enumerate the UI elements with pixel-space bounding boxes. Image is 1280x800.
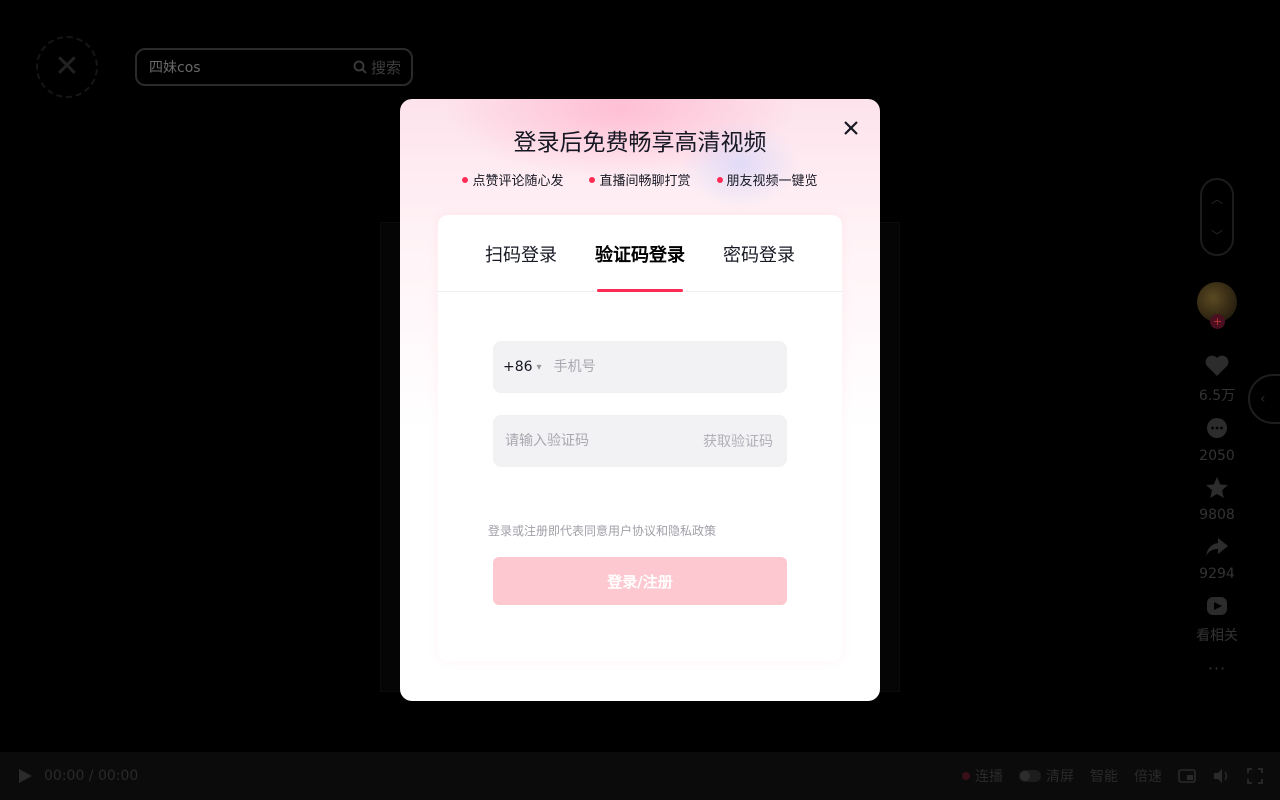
star-icon xyxy=(1203,474,1231,502)
clear-screen-label: 清屏 xyxy=(1046,769,1074,785)
login-submit-button[interactable]: 登录/注册 xyxy=(493,557,787,605)
tab-password-login[interactable]: 密码登录 xyxy=(723,215,795,292)
pip-icon[interactable] xyxy=(1178,767,1196,785)
toggle-icon xyxy=(1019,770,1041,782)
favorite-button[interactable]: 9808 xyxy=(1199,474,1235,523)
login-panel: 扫码登录 验证码登录 密码登录 +86 ▾ 获取验证码 登录或注册即代表同意 用… xyxy=(438,215,842,661)
perk-item: 点赞评论随心发 xyxy=(462,170,563,189)
play-circle-icon xyxy=(1203,592,1231,620)
agreement-and: 和 xyxy=(656,524,669,538)
perk-bullet-icon xyxy=(589,176,596,183)
share-icon xyxy=(1203,533,1231,561)
action-rail: + 6.5万 2050 9808 9294 看相关 ··· xyxy=(1190,282,1244,678)
author-avatar[interactable]: + xyxy=(1197,282,1237,329)
clear-screen-toggle[interactable]: 清屏 xyxy=(1019,766,1074,786)
search-bar: 搜索 xyxy=(135,48,413,86)
search-button-label: 搜索 xyxy=(370,58,401,77)
comment-count: 2050 xyxy=(1199,448,1235,464)
playback-time: 00:00 / 00:00 xyxy=(44,768,139,784)
follow-plus-icon[interactable]: + xyxy=(1210,314,1225,329)
app-logo[interactable]: ✕ xyxy=(36,36,98,98)
more-icon[interactable]: ··· xyxy=(1208,659,1226,678)
perk-label: 直播间畅聊打赏 xyxy=(599,174,691,189)
favorite-count: 9808 xyxy=(1199,507,1235,523)
country-code-value: +86 xyxy=(503,359,533,375)
logo-icon: ✕ xyxy=(54,49,80,84)
next-video-icon[interactable]: ﹀ xyxy=(1211,227,1223,244)
search-input[interactable] xyxy=(149,59,353,75)
tab-qr-login[interactable]: 扫码登录 xyxy=(485,215,557,292)
chevron-left-icon: ‹ xyxy=(1260,391,1266,407)
prev-video-icon[interactable]: ︿ xyxy=(1211,190,1223,207)
player-controls: 00:00 / 00:00 连播 清屏 智能 倍速 xyxy=(0,752,1280,800)
perk-bullet-icon xyxy=(462,176,469,183)
login-title: 登录后免费畅享高清视频 xyxy=(513,130,767,156)
phone-field: +86 ▾ xyxy=(493,341,787,393)
login-modal: 登录后免费畅享高清视频 点赞评论随心发 直播间畅聊打赏 朋友视频一键览 扫码登录… xyxy=(400,99,880,701)
share-count: 9294 xyxy=(1199,566,1235,582)
user-agreement-link[interactable]: 用户协议 xyxy=(608,522,656,539)
perk-item: 朋友视频一键览 xyxy=(716,170,818,189)
related-label: 看相关 xyxy=(1196,628,1238,644)
fullscreen-icon[interactable] xyxy=(1246,767,1264,785)
heart-icon xyxy=(1203,352,1231,380)
code-field: 获取验证码 xyxy=(493,415,787,467)
comment-button[interactable]: 2050 xyxy=(1199,415,1235,464)
phone-input[interactable] xyxy=(541,359,787,375)
search-icon xyxy=(353,60,367,74)
like-button[interactable]: 6.5万 xyxy=(1199,352,1235,405)
related-button[interactable]: 看相关 xyxy=(1196,592,1238,645)
perk-item: 直播间畅聊打赏 xyxy=(589,170,691,189)
comment-icon xyxy=(1203,415,1231,443)
perk-label: 点赞评论随心发 xyxy=(472,174,564,189)
country-code-select[interactable]: +86 ▾ xyxy=(493,359,542,375)
verification-code-input[interactable] xyxy=(493,433,703,449)
quality-button[interactable]: 智能 xyxy=(1090,766,1118,786)
like-count: 6.5万 xyxy=(1198,388,1236,404)
agreement-prefix: 登录或注册即代表同意 xyxy=(488,524,609,538)
login-perks: 点赞评论随心发 直播间畅聊打赏 朋友视频一键览 xyxy=(400,170,880,189)
search-button[interactable]: 搜索 xyxy=(353,57,411,78)
tab-code-login[interactable]: 验证码登录 xyxy=(595,215,685,292)
record-dot-icon xyxy=(962,772,970,780)
expand-panel-button[interactable]: ‹ xyxy=(1248,374,1280,424)
perk-bullet-icon xyxy=(716,176,723,183)
speed-button[interactable]: 倍速 xyxy=(1134,766,1162,786)
perk-label: 朋友视频一键览 xyxy=(726,174,818,189)
get-code-button[interactable]: 获取验证码 xyxy=(703,431,787,451)
close-button[interactable] xyxy=(832,109,870,147)
close-icon xyxy=(844,121,858,135)
autoplay-toggle[interactable]: 连播 xyxy=(962,766,1003,786)
volume-icon[interactable] xyxy=(1212,767,1230,785)
play-icon[interactable] xyxy=(16,767,34,785)
login-tabs: 扫码登录 验证码登录 密码登录 xyxy=(438,215,842,292)
video-nav: ︿ ﹀ xyxy=(1200,178,1234,256)
share-button[interactable]: 9294 xyxy=(1199,533,1235,582)
autoplay-label: 连播 xyxy=(975,769,1003,785)
privacy-policy-link[interactable]: 隐私政策 xyxy=(668,522,716,539)
agreement-text: 登录或注册即代表同意 用户协议 和 隐私政策 xyxy=(488,522,716,539)
